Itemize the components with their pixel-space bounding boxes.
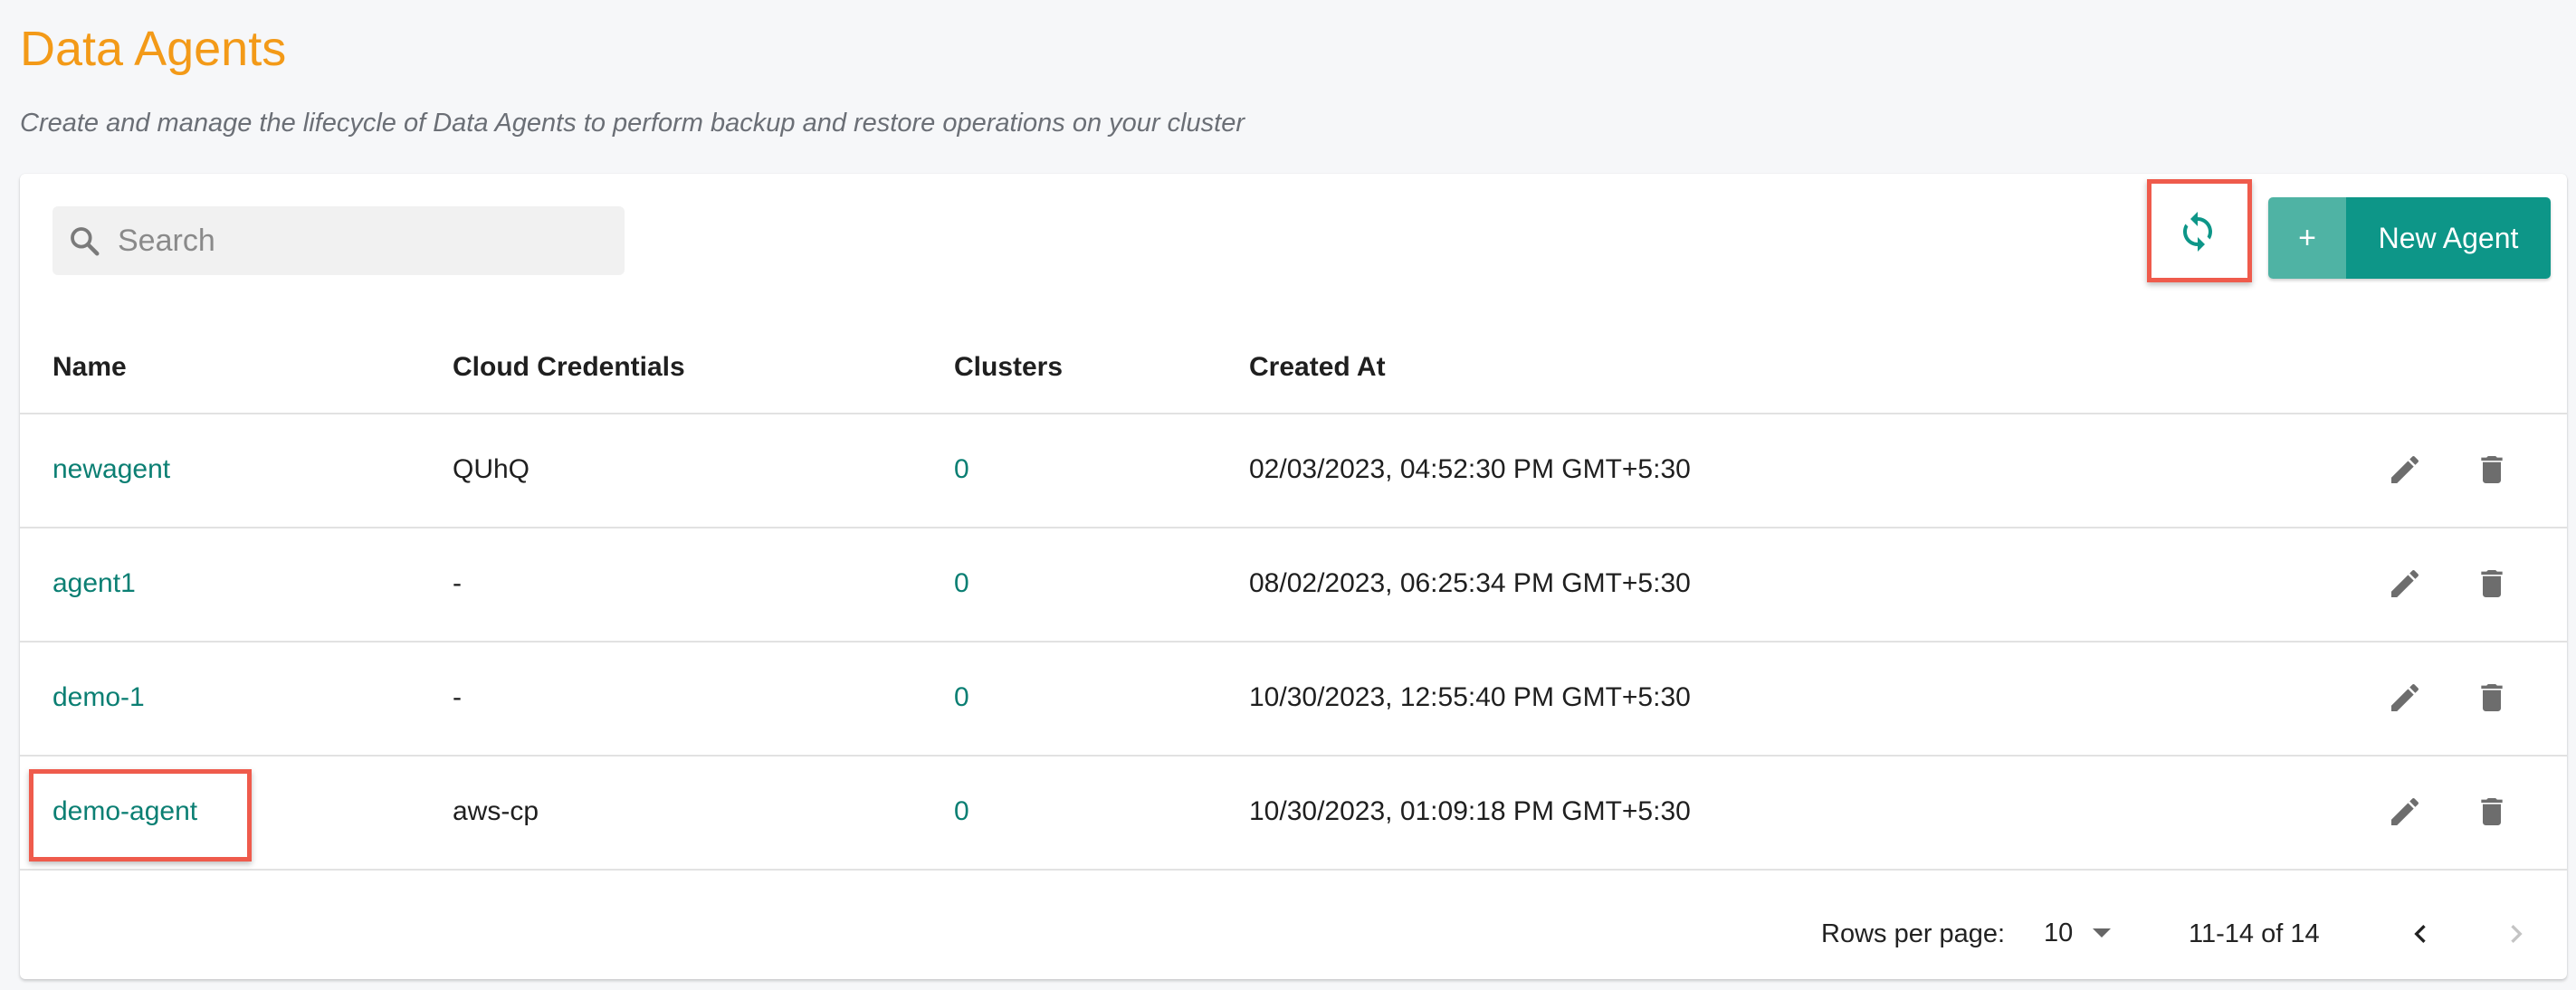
edit-icon[interactable] [2384, 791, 2426, 833]
rows-per-page-value: 10 [2044, 918, 2074, 947]
rows-per-page-select[interactable]: 10 [2044, 912, 2112, 954]
delete-icon[interactable] [2471, 449, 2513, 490]
edit-icon[interactable] [2384, 677, 2426, 719]
agent-name-link[interactable]: demo-agent [52, 795, 197, 828]
chevron-down-icon [2093, 928, 2112, 938]
column-header-clusters[interactable]: Clusters [954, 351, 1063, 384]
search-input[interactable] [118, 214, 588, 268]
pagination: Rows per page: 10 11-14 of 14 [20, 887, 2567, 979]
edit-icon[interactable] [2384, 563, 2426, 604]
data-agents-card: + New Agent Name Cloud Credentials Clust… [20, 174, 2567, 979]
chevron-left-icon [2414, 925, 2426, 943]
table-row: demo-agent aws-cp 0 10/30/2023, 01:09:18… [20, 757, 2567, 871]
chevron-right-icon [2511, 925, 2523, 943]
created-at-cell: 10/30/2023, 01:09:18 PM GMT+5:30 [1249, 796, 1691, 826]
created-at-cell: 02/03/2023, 04:52:30 PM GMT+5:30 [1249, 454, 1691, 484]
cloud-credentials-cell: - [453, 682, 462, 712]
new-agent-label: New Agent [2346, 197, 2551, 279]
delete-icon[interactable] [2471, 677, 2513, 719]
new-agent-button[interactable]: + New Agent [2268, 197, 2551, 279]
previous-page-button[interactable] [2399, 912, 2442, 956]
next-page-button[interactable] [2495, 912, 2538, 956]
table-row: demo-1 - 0 10/30/2023, 12:55:40 PM GMT+5… [20, 643, 2567, 757]
edit-icon[interactable] [2384, 449, 2426, 490]
cloud-credentials-cell: QUhQ [453, 454, 530, 484]
clusters-count-link[interactable]: 0 [954, 567, 969, 600]
clusters-count-link[interactable]: 0 [954, 453, 969, 486]
created-at-cell: 08/02/2023, 06:25:34 PM GMT+5:30 [1249, 568, 1691, 598]
clusters-count-link[interactable]: 0 [954, 681, 969, 714]
created-at-cell: 10/30/2023, 12:55:40 PM GMT+5:30 [1249, 682, 1691, 712]
clusters-count-link[interactable]: 0 [954, 795, 969, 828]
pagination-range: 11-14 of 14 [2189, 919, 2320, 948]
column-header-cloud-credentials[interactable]: Cloud Credentials [453, 351, 685, 384]
column-header-name[interactable]: Name [52, 351, 127, 384]
agent-name-link[interactable]: newagent [52, 453, 170, 486]
column-header-created-at[interactable]: Created At [1249, 351, 1386, 384]
refresh-button[interactable] [2147, 181, 2248, 282]
agent-name-link[interactable]: demo-1 [52, 681, 145, 714]
page-subtitle: Create and manage the lifecycle of Data … [20, 109, 1245, 138]
table-header: Name Cloud Credentials Clusters Created … [20, 319, 2567, 414]
plus-icon: + [2268, 197, 2346, 279]
agent-name-link[interactable]: agent1 [52, 567, 136, 600]
delete-icon[interactable] [2471, 563, 2513, 604]
cloud-credentials-cell: aws-cp [453, 796, 539, 826]
table-row: agent1 - 0 08/02/2023, 06:25:34 PM GMT+5… [20, 528, 2567, 643]
delete-icon[interactable] [2471, 791, 2513, 833]
table-row: newagent QUhQ 0 02/03/2023, 04:52:30 PM … [20, 414, 2567, 528]
search-box[interactable] [52, 206, 625, 275]
page-title: Data Agents [20, 22, 287, 76]
cloud-credentials-cell: - [453, 568, 462, 598]
refresh-icon [2183, 212, 2212, 252]
search-icon [67, 224, 101, 258]
rows-per-page-label: Rows per page: [1821, 919, 2006, 948]
